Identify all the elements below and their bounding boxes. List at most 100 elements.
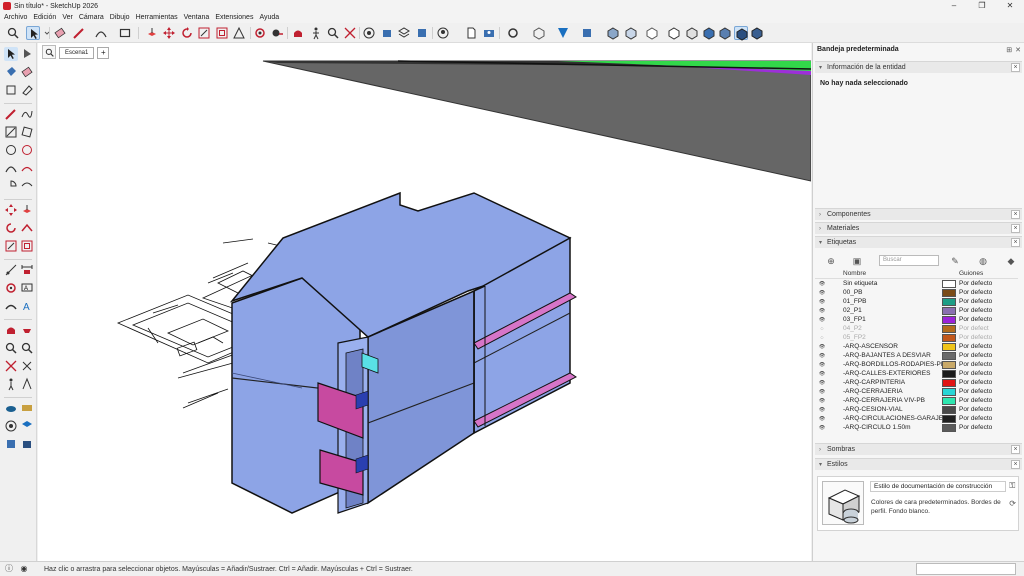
tag-color-swatch[interactable]	[942, 279, 956, 288]
panel-shadows[interactable]: › Sombras ×	[815, 443, 1022, 455]
tag-dash[interactable]: Por defecto	[956, 343, 992, 350]
text-tool-icon[interactable]: A	[20, 281, 34, 295]
zoom-window-icon[interactable]	[20, 341, 34, 355]
tag-row[interactable]: 👁 -ARQ-CESION-VIAL Por defecto	[815, 405, 1018, 414]
tag-color-swatch[interactable]	[942, 288, 956, 297]
tag-row[interactable]: 👁 -ARQ-CIRCULACIONES-GARAJE Por defecto	[815, 414, 1018, 423]
menu-dibujo[interactable]: Dibujo	[110, 14, 130, 21]
tag-name[interactable]: Sin etiqueta	[829, 280, 942, 287]
add-scene-button[interactable]: +	[97, 47, 110, 59]
tag-name[interactable]: 00_PB	[829, 289, 942, 296]
pan-icon[interactable]	[20, 323, 34, 337]
close-icon[interactable]: ×	[1011, 445, 1020, 454]
visibility-eye-icon[interactable]: 👁	[815, 353, 829, 359]
eraser-tool-icon[interactable]	[20, 65, 34, 79]
orbit-icon[interactable]	[4, 323, 18, 337]
tag-dash[interactable]: Por defecto	[956, 298, 992, 305]
freehand-icon[interactable]	[20, 107, 34, 121]
tag-color-swatch[interactable]	[942, 378, 956, 387]
visibility-eye-icon[interactable]: 👁	[815, 317, 829, 323]
warehouse-icon[interactable]	[362, 26, 376, 40]
rectangle-icon[interactable]	[4, 125, 18, 139]
tag-color-swatch[interactable]	[942, 387, 956, 396]
three-point-arc-icon[interactable]	[20, 179, 34, 193]
view-iso-icon[interactable]	[606, 26, 620, 40]
maximize-button[interactable]: ❐	[968, 0, 996, 12]
tag-color-swatch[interactable]	[942, 423, 956, 432]
tag-row[interactable]: 👁 -ARQ-CIRCULO 1.50m Por defecto	[815, 423, 1018, 432]
tag-name[interactable]: 05_FP2	[829, 334, 942, 341]
tag-row[interactable]: 👁 03_FP1 Por defecto	[815, 315, 1018, 324]
tape-measure-tool-icon[interactable]	[4, 263, 18, 277]
tag-name[interactable]: 01_FPB	[829, 298, 942, 305]
visibility-eye-icon[interactable]: 👁	[815, 425, 829, 431]
tag-column-name[interactable]: Nombre	[829, 270, 942, 278]
tag-dash[interactable]: Por defecto	[956, 361, 992, 368]
view-front-icon[interactable]	[645, 26, 659, 40]
pencil-icon[interactable]: ✎	[949, 255, 961, 267]
offset-tool-icon[interactable]	[215, 26, 229, 40]
measurements-box[interactable]	[916, 563, 1016, 575]
visibility-eye-icon[interactable]: 👁	[815, 308, 829, 314]
visibility-eye-icon[interactable]: 👁	[815, 371, 829, 377]
tag-row[interactable]: 👁 -ARQ-ASCENSOR Por defecto	[815, 342, 1018, 351]
dimension-icon[interactable]	[20, 263, 34, 277]
visibility-eye-icon[interactable]: ◌	[815, 335, 829, 341]
tag-row[interactable]: 👁 -ARQ-CERRAJERIA VIV-PB Por defecto	[815, 396, 1018, 405]
info-circle-icon[interactable]: ⓘ	[3, 563, 15, 575]
tag-dash[interactable]: Por defecto	[956, 424, 992, 431]
minimize-button[interactable]: –	[940, 0, 968, 12]
line-tool-icon[interactable]	[72, 26, 86, 40]
two-point-arc-icon[interactable]	[20, 161, 34, 175]
tag-color-swatch[interactable]	[942, 405, 956, 414]
select-arrow-icon[interactable]	[4, 47, 18, 61]
view-left-icon[interactable]	[702, 26, 716, 40]
tag-dash[interactable]: Por defect	[956, 325, 989, 332]
tag-row[interactable]: 👁 Sin etiqueta Por defecto	[815, 279, 1018, 288]
arc-tool-icon[interactable]	[94, 26, 108, 40]
tag-color-swatch[interactable]	[942, 315, 956, 324]
tag-dash[interactable]: Por defecto	[956, 352, 992, 359]
tag-name[interactable]: 02_P1	[829, 307, 942, 314]
layers-icon[interactable]	[397, 26, 411, 40]
tag-dash[interactable]: Por defecto	[956, 289, 992, 296]
trimble-logo-icon[interactable]	[556, 26, 570, 40]
tag-color-swatch[interactable]	[942, 360, 956, 369]
tag-name[interactable]: -ARQ-CIRCULO 1.50m	[829, 424, 942, 431]
style-thumbnail[interactable]	[822, 481, 864, 525]
push-pull-tool-icon[interactable]	[20, 203, 34, 217]
rotate-icon[interactable]	[4, 221, 18, 235]
visibility-eye-icon[interactable]: 👁	[815, 290, 829, 296]
position-camera-icon[interactable]	[4, 377, 18, 391]
tag-name[interactable]: -ARQ-CARPINTERIA	[829, 379, 942, 386]
tag-row[interactable]: 👁 01_FPB Por defecto	[815, 297, 1018, 306]
paint-bucket-icon[interactable]	[4, 65, 18, 79]
arc-icon[interactable]	[4, 161, 18, 175]
tag-row[interactable]: 👁 -ARQ-CALLES-EXTERIORES Por defecto	[815, 369, 1018, 378]
tag-dash[interactable]: Por defecto	[956, 307, 992, 314]
instructor-icon[interactable]: ◉	[18, 563, 30, 575]
pencil-icon[interactable]	[4, 107, 18, 121]
push-pull-icon[interactable]	[145, 26, 159, 40]
tag-color-swatch[interactable]	[942, 306, 956, 315]
tag-color-swatch[interactable]	[942, 369, 956, 378]
menu-extensiones[interactable]: Extensiones	[215, 14, 253, 21]
panel-styles[interactable]: ▾ Estilos ×	[815, 458, 1022, 470]
tag-color-swatch[interactable]	[942, 342, 956, 351]
tag-name[interactable]: 04_P2	[829, 325, 942, 332]
zoom-extents-icon[interactable]	[343, 26, 357, 40]
tag-row[interactable]: 👁 -ARQ-BORDILLOS-RODAPIES-PR... Por defect…	[815, 360, 1018, 369]
tag-search-input[interactable]: Buscar	[879, 255, 939, 266]
tag-color-swatch[interactable]	[942, 333, 956, 342]
move-icon[interactable]	[4, 203, 18, 217]
view-top-icon[interactable]	[624, 26, 638, 40]
tag-name[interactable]: -ARQ-CIRCULACIONES-GARAJE	[829, 415, 942, 422]
tag-color-swatch[interactable]	[942, 351, 956, 360]
tag-row[interactable]: 👁 -ARQ-BAJANTES A DESVIAR Por defecto	[815, 351, 1018, 360]
tag-name[interactable]: -ARQ-ASCENSOR	[829, 343, 942, 350]
tag-row[interactable]: 👁 -ARQ-CARPINTERIA Por defecto	[815, 378, 1018, 387]
visibility-eye-icon[interactable]: 👁	[815, 416, 829, 422]
3d-text-icon[interactable]: A	[20, 299, 34, 313]
warehouse-tool-icon[interactable]	[4, 419, 18, 433]
walk-tool-icon[interactable]	[309, 26, 323, 40]
